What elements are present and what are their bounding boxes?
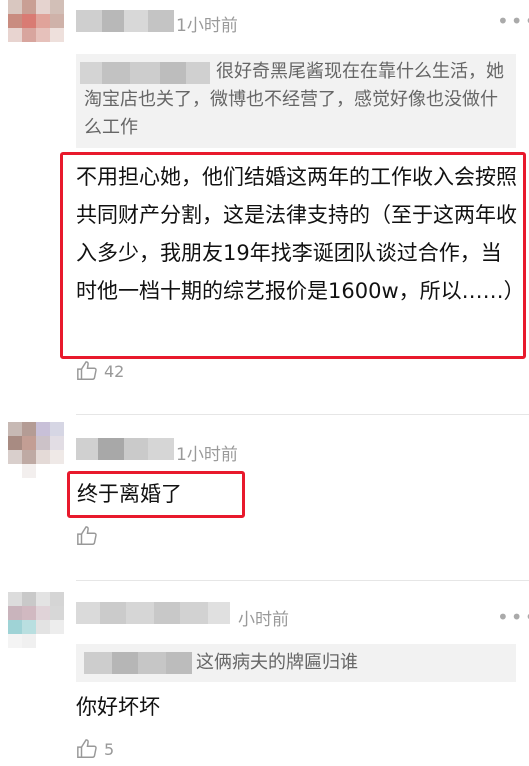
like-button[interactable]: 5 [76, 738, 114, 760]
username-blurred[interactable] [76, 602, 230, 624]
comment-time: 小时前 [238, 610, 289, 630]
avatar[interactable] [8, 422, 64, 478]
more-options-icon[interactable]: ••• [497, 11, 529, 31]
like-count: 42 [104, 361, 125, 381]
divider [76, 580, 529, 581]
quoted-text: 这俩病夫的牌匾归谁 [196, 652, 358, 673]
thumbs-up-icon [77, 739, 97, 758]
quoted-comment[interactable]: 这俩病夫的牌匾归谁 [76, 644, 516, 682]
divider [76, 414, 529, 415]
reply-text: 你好坏坏 [76, 695, 160, 719]
like-button[interactable]: 42 [76, 360, 124, 382]
like-button[interactable] [76, 525, 104, 547]
comment-time: 1小时前 [176, 16, 238, 36]
quoted-text: 很好奇黑尾酱现在在靠什么生活，她淘宝店也关了，微博也不经营了，感觉好像也没做什么… [84, 61, 504, 138]
thumbs-up-icon [77, 361, 97, 380]
username-blurred[interactable] [76, 10, 174, 32]
username-blurred[interactable] [76, 438, 174, 460]
like-count: 5 [104, 739, 115, 759]
quoted-comment[interactable]: 很好奇黑尾酱现在在靠什么生活，她淘宝店也关了，微博也不经营了，感觉好像也没做什么… [76, 54, 516, 148]
reply-text: 终于离婚了 [77, 482, 182, 506]
quoted-username-blurred [84, 652, 192, 674]
more-options-icon[interactable]: ••• [497, 607, 529, 627]
thumbs-up-icon [77, 526, 97, 545]
reply-text: 不用担心她，他们结婚这两年的工作收入会按照共同财产分割，这是法律支持的（至于这两… [76, 165, 525, 303]
avatar[interactable] [8, 0, 64, 42]
avatar[interactable] [8, 592, 64, 648]
comment-time: 1小时前 [176, 445, 238, 465]
